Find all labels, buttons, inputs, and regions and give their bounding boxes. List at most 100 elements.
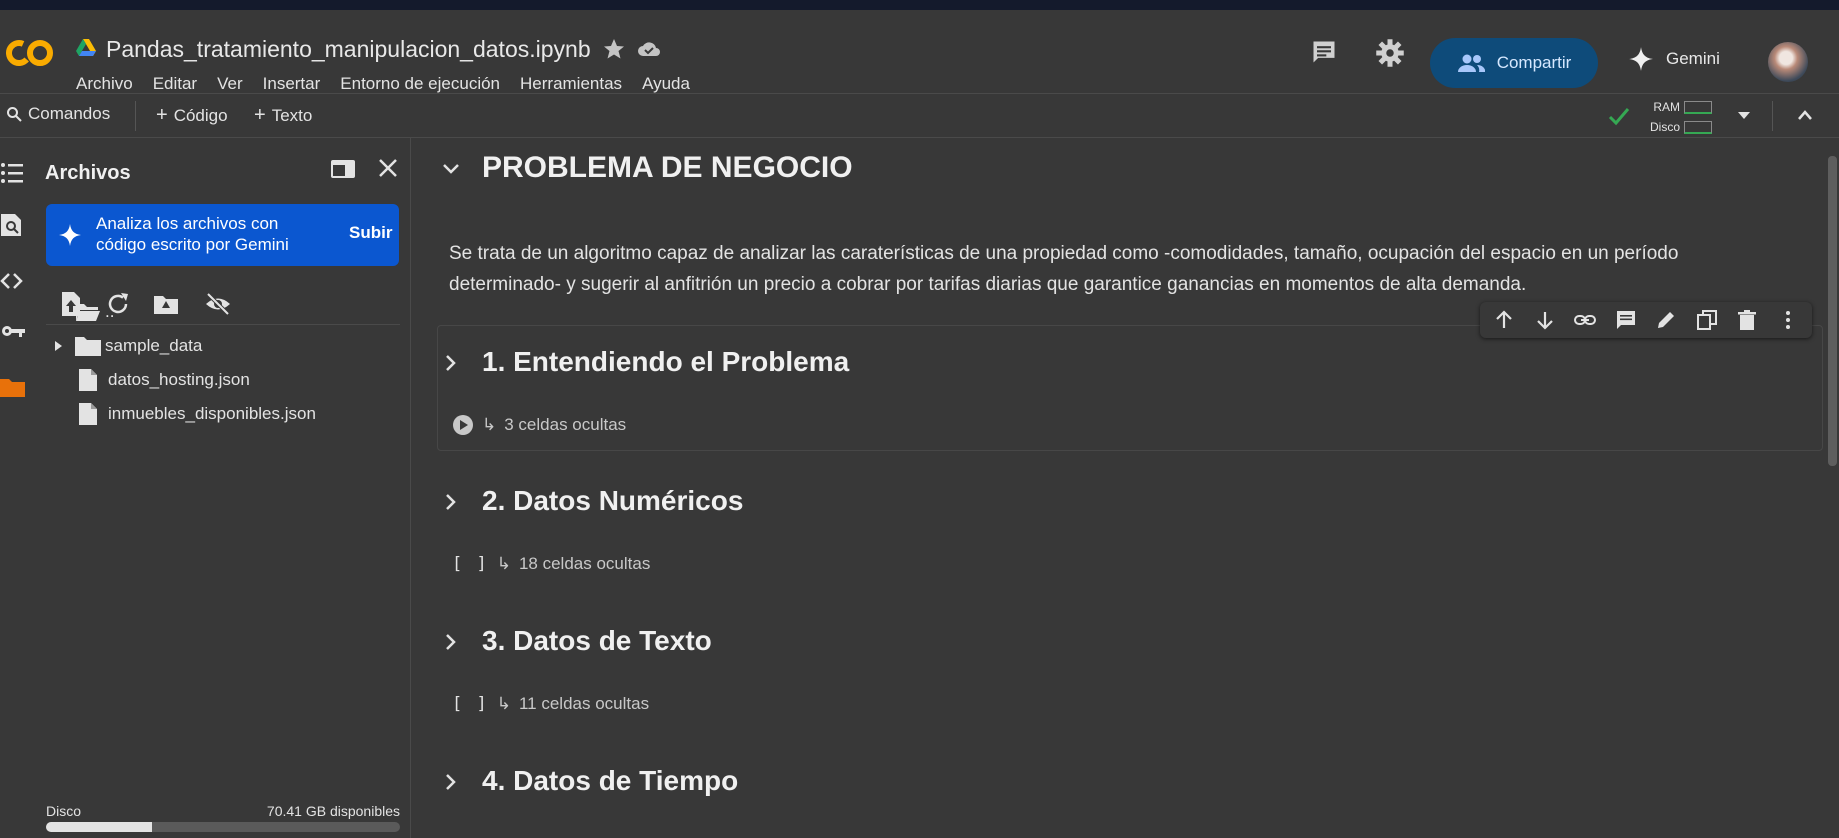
menu-bar: Archivo Editar Ver Insertar Entorno de e… xyxy=(64,74,700,94)
files-folder-icon[interactable] xyxy=(0,374,26,400)
search-icon xyxy=(7,107,22,122)
delete-icon[interactable] xyxy=(1735,308,1759,332)
gemini-button[interactable]: Gemini xyxy=(1628,46,1720,72)
file-row-parent[interactable]: .. xyxy=(46,295,400,329)
expand-chevron-icon[interactable] xyxy=(440,352,462,374)
ram-bar xyxy=(1684,101,1713,115)
plus-icon: + xyxy=(254,104,266,126)
file-name: sample_data xyxy=(105,336,203,355)
menu-entorno[interactable]: Entorno de ejecución xyxy=(330,74,510,94)
comments-icon[interactable] xyxy=(1310,38,1338,66)
share-label: Compartir xyxy=(1496,53,1572,72)
toolbar-divider xyxy=(1772,101,1773,131)
more-options-icon[interactable] xyxy=(1776,308,1800,332)
file-name: datos_hosting.json xyxy=(108,370,250,389)
disk-usage-fill xyxy=(46,822,153,832)
upload-button[interactable]: Subir xyxy=(349,223,392,243)
expand-arrow-icon[interactable] xyxy=(53,340,63,352)
add-code-label: Código xyxy=(173,105,228,125)
hidden-cells-row[interactable]: [ ] ↳ 18 celdas ocultas xyxy=(452,554,650,574)
caret-down-icon[interactable] xyxy=(1736,109,1752,121)
disk-label: Disco xyxy=(46,803,82,819)
commands-label: Comandos xyxy=(28,104,111,123)
disk-label-toolbar: Disco xyxy=(1650,120,1681,134)
add-text-label: Texto xyxy=(271,105,313,125)
comment-icon[interactable] xyxy=(1614,308,1638,332)
add-code-button[interactable]: + Código xyxy=(156,104,228,127)
scrollbar-thumb[interactable] xyxy=(1828,156,1837,466)
run-play-icon[interactable] xyxy=(452,414,474,436)
disk-meter: Disco xyxy=(1650,117,1713,137)
file-row-sample-data[interactable]: sample_data xyxy=(46,329,400,363)
gemini-sparkle-icon xyxy=(1629,47,1653,71)
sidebar-rail xyxy=(0,138,32,838)
notebook-toolbar: Comandos + Código + Texto RAM Disco xyxy=(0,95,1839,138)
settings-gear-icon[interactable] xyxy=(1375,38,1405,68)
menu-ayuda[interactable]: Ayuda xyxy=(632,74,700,94)
colab-logo-icon[interactable] xyxy=(6,38,54,68)
cell-toolbar xyxy=(1480,302,1812,338)
run-cell-bracket[interactable]: [ ] xyxy=(452,554,489,574)
gemini-label: Gemini xyxy=(1666,49,1720,68)
close-icon[interactable] xyxy=(378,158,398,178)
expand-chevron-icon[interactable] xyxy=(440,631,462,653)
ram-label: RAM xyxy=(1653,100,1681,114)
move-down-icon[interactable] xyxy=(1533,308,1557,332)
move-up-icon[interactable] xyxy=(1492,308,1516,332)
mirror-cell-icon[interactable] xyxy=(1695,308,1719,332)
section-heading: 2. Datos Numéricos xyxy=(482,485,744,516)
main-heading: PROBLEMA DE NEGOCIO xyxy=(482,151,853,184)
edit-pencil-icon[interactable] xyxy=(1654,308,1678,332)
plus-icon: + xyxy=(156,104,168,126)
header: Pandas_tratamiento_manipulacion_datos.ip… xyxy=(0,10,1839,94)
section-heading: 3. Datos de Texto xyxy=(482,625,712,656)
connected-check-icon[interactable] xyxy=(1607,105,1631,127)
expand-chevron-icon[interactable] xyxy=(440,491,462,513)
menu-editar[interactable]: Editar xyxy=(143,74,207,94)
resource-monitor[interactable]: RAM Disco xyxy=(1650,97,1713,137)
hidden-cells-text: 18 celdas ocultas xyxy=(518,554,651,573)
file-name: .. xyxy=(105,302,115,321)
table-of-contents-icon[interactable] xyxy=(0,160,26,186)
account-avatar[interactable] xyxy=(1768,42,1808,82)
scrollbar[interactable] xyxy=(1825,138,1839,838)
folder-icon xyxy=(75,337,101,356)
file-icon xyxy=(79,403,97,425)
share-button[interactable]: Compartir xyxy=(1430,38,1598,88)
drive-icon xyxy=(76,39,96,56)
gemini-sparkle-icon xyxy=(59,224,81,246)
hidden-cells-text: 3 celdas ocultas xyxy=(504,415,627,434)
add-text-button[interactable]: + Texto xyxy=(254,104,312,127)
menu-insertar[interactable]: Insertar xyxy=(253,74,331,94)
gemini-analyze-card[interactable]: Analiza los archivos con código escrito … xyxy=(46,204,399,266)
code-snippets-icon[interactable] xyxy=(0,268,26,294)
selected-cell[interactable] xyxy=(437,325,1823,451)
ram-meter: RAM xyxy=(1650,97,1713,117)
menu-herramientas[interactable]: Herramientas xyxy=(510,74,632,94)
star-icon[interactable] xyxy=(602,37,626,61)
link-icon[interactable] xyxy=(1573,308,1597,332)
file-row-datos-hosting[interactable]: datos_hosting.json xyxy=(46,363,400,397)
file-row-inmuebles[interactable]: inmuebles_disponibles.json xyxy=(46,397,400,431)
disk-usage-bar xyxy=(46,822,400,832)
commands-button[interactable]: Comandos xyxy=(6,104,110,124)
hidden-cells-row[interactable]: [ ] ↳ 11 celdas ocultas xyxy=(452,694,649,714)
notebook-title[interactable]: Pandas_tratamiento_manipulacion_datos.ip… xyxy=(106,36,591,63)
toolbar-divider xyxy=(135,101,136,131)
open-in-tab-icon[interactable] xyxy=(330,158,356,180)
secrets-key-icon[interactable] xyxy=(0,318,26,344)
cloud-saved-icon[interactable] xyxy=(636,37,662,61)
find-in-file-icon[interactable] xyxy=(0,212,26,238)
expand-chevron-icon[interactable] xyxy=(440,771,462,793)
menu-ver[interactable]: Ver xyxy=(207,74,253,94)
menu-archivo[interactable]: Archivo xyxy=(64,74,143,94)
run-cell-bracket[interactable]: [ ] xyxy=(452,694,489,714)
file-name: inmuebles_disponibles.json xyxy=(108,404,316,423)
section-heading: 1. Entendiendo el Problema xyxy=(482,346,850,377)
files-panel: Archivos Analiza los archivos con código… xyxy=(32,138,411,838)
hidden-arrow: ↳ xyxy=(496,554,511,573)
hidden-cells-row[interactable]: ↳ 3 celdas ocultas xyxy=(452,414,626,436)
hidden-cells-text: 11 celdas ocultas xyxy=(518,694,650,713)
collapse-chevron-icon[interactable] xyxy=(440,158,462,180)
chevron-up-icon[interactable] xyxy=(1796,107,1814,123)
